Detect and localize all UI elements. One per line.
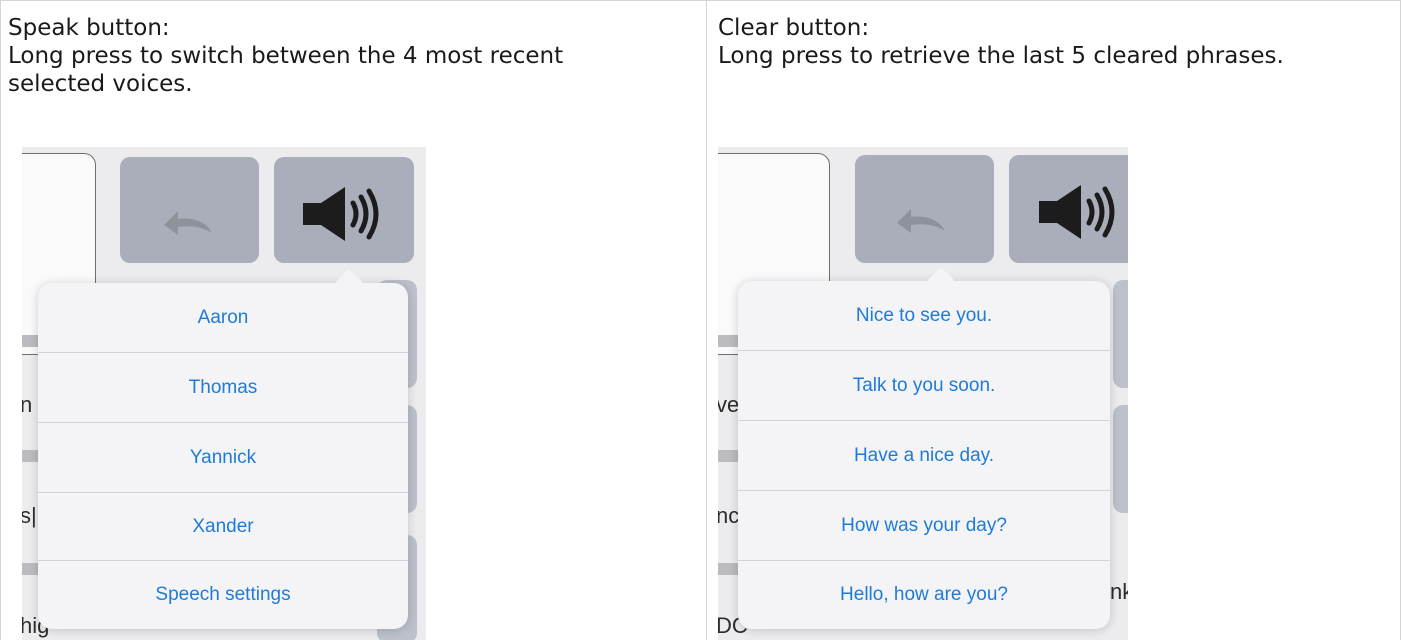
phrase-option[interactable]: Nice to see you. — [738, 281, 1110, 350]
voice-menu-popover: Aaron Thomas Yannick Xander Speech setti… — [38, 268, 408, 629]
clear-button-caption: Clear button: Long press to retrieve the… — [718, 14, 1368, 70]
voice-option-xander[interactable]: Xander — [38, 493, 408, 560]
speak-button-caption: Speak button: Long press to switch betwe… — [8, 14, 658, 98]
text-fragment: nk — [1110, 579, 1128, 604]
speaker-icon — [303, 187, 379, 241]
row-divider — [718, 450, 740, 462]
undo-button[interactable] — [855, 155, 994, 263]
phrase-option[interactable]: Hello, how are you? — [738, 561, 1110, 629]
speak-button-screenshot: n s| hig Aaron Thomas Yannick Xander Spe… — [22, 147, 426, 640]
caption-description: Long press to switch between the 4 most … — [8, 43, 564, 97]
text-fragment: n — [22, 392, 33, 417]
phrase-option[interactable]: How was your day? — [738, 491, 1110, 560]
speak-button[interactable] — [274, 157, 414, 263]
row-divider — [718, 335, 740, 347]
undo-arrow-icon — [897, 209, 945, 233]
cleared-phrases-popover: Nice to see you. Talk to you soon. Have … — [738, 266, 1110, 629]
voice-option-yannick[interactable]: Yannick — [38, 423, 408, 492]
phrase-option[interactable]: Talk to you soon. — [738, 351, 1110, 420]
undo-arrow-icon — [164, 211, 212, 235]
caption-description: Long press to retrieve the last 5 cleare… — [718, 43, 1284, 69]
clear-button-screenshot: ve nc DC nk Nice to see you. Talk to you… — [718, 147, 1128, 640]
text-fragment: ve — [718, 392, 740, 417]
speech-settings-option[interactable]: Speech settings — [38, 561, 408, 629]
caption-title: Clear button: — [718, 15, 870, 41]
keyboard-key[interactable] — [1113, 280, 1128, 388]
caption-title: Speak button: — [8, 15, 170, 41]
table-border-top — [0, 0, 1401, 1]
speak-button[interactable] — [1009, 155, 1128, 263]
voice-option-aaron[interactable]: Aaron — [38, 283, 408, 352]
voice-option-thomas[interactable]: Thomas — [38, 353, 408, 422]
row-divider — [718, 563, 740, 575]
speaker-icon — [1039, 185, 1115, 239]
table-border-left — [0, 0, 1, 640]
keyboard-key[interactable] — [1113, 405, 1128, 513]
phrase-option[interactable]: Have a nice day. — [738, 421, 1110, 490]
text-fragment: nc — [718, 503, 740, 528]
text-fragment: s| — [22, 503, 37, 528]
undo-button[interactable] — [120, 157, 259, 263]
table-divider — [706, 0, 707, 640]
